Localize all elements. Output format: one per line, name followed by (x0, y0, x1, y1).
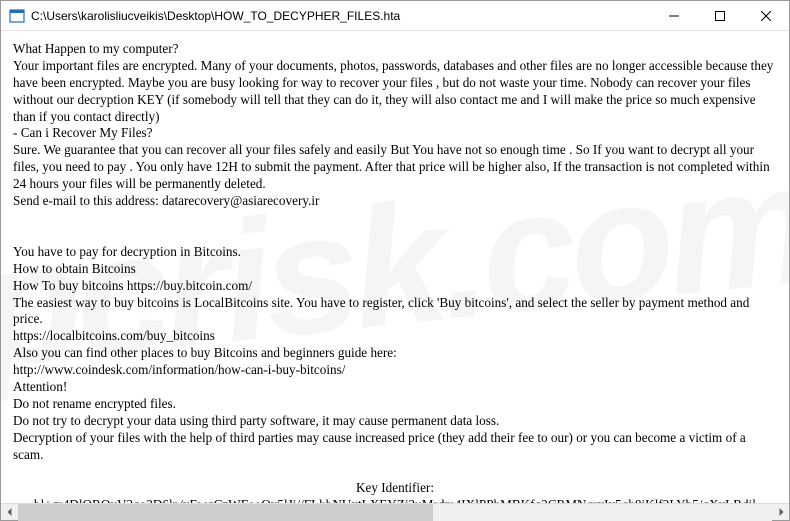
titlebar: C:\Users\karolisliucveikis\Desktop\HOW_T… (1, 1, 789, 31)
ransom-text: - Can i Recover My Files? (13, 125, 777, 142)
ransom-text: Sure. We guarantee that you can recover … (13, 142, 777, 193)
key-identifier-label: Key Identifier: (13, 480, 777, 497)
window-title: C:\Users\karolisliucveikis\Desktop\HOW_T… (31, 9, 651, 23)
window-controls (651, 1, 789, 30)
ransom-text: How to obtain Bitcoins (13, 261, 777, 278)
ransom-text: Decryption of your files with the help o… (13, 430, 777, 464)
blank-line (13, 463, 777, 480)
close-button[interactable] (743, 1, 789, 31)
key-identifier-value: bl+gr4DlOROyV2qo3D6lp/yEwqCzWFooQy5lJj//… (13, 497, 777, 503)
horizontal-scrollbar[interactable] (1, 503, 789, 520)
scrollbar-thumb[interactable] (18, 504, 433, 521)
scroll-right-arrow-icon[interactable] (772, 504, 789, 521)
ransom-text: Also you can find other places to buy Bi… (13, 345, 777, 362)
minimize-button[interactable] (651, 1, 697, 31)
ransom-text: What Happen to my computer? (13, 41, 777, 58)
scroll-left-arrow-icon[interactable] (1, 504, 18, 521)
ransom-text: Attention! (13, 379, 777, 396)
blank-line (13, 210, 777, 244)
app-icon (9, 8, 25, 24)
ransom-text: How To buy bitcoins https://buy.bitcoin.… (13, 278, 777, 295)
ransom-text: https://localbitcoins.com/buy_bitcoins (13, 328, 777, 345)
ransom-text: The easiest way to buy bitcoins is Local… (13, 295, 777, 329)
scrollbar-track[interactable] (18, 504, 772, 521)
ransom-text: Your important files are encrypted. Many… (13, 58, 777, 126)
ransom-text: Send e-mail to this address: datarecover… (13, 193, 777, 210)
content-area: pcrisk.com What Happen to my computer? Y… (1, 31, 789, 503)
maximize-button[interactable] (697, 1, 743, 31)
ransom-text: You have to pay for decryption in Bitcoi… (13, 244, 777, 261)
ransom-text: http://www.coindesk.com/information/how-… (13, 362, 777, 379)
ransom-text: Do not rename encrypted files. (13, 396, 777, 413)
ransom-text: Do not try to decrypt your data using th… (13, 413, 777, 430)
hta-window: C:\Users\karolisliucveikis\Desktop\HOW_T… (0, 0, 790, 521)
